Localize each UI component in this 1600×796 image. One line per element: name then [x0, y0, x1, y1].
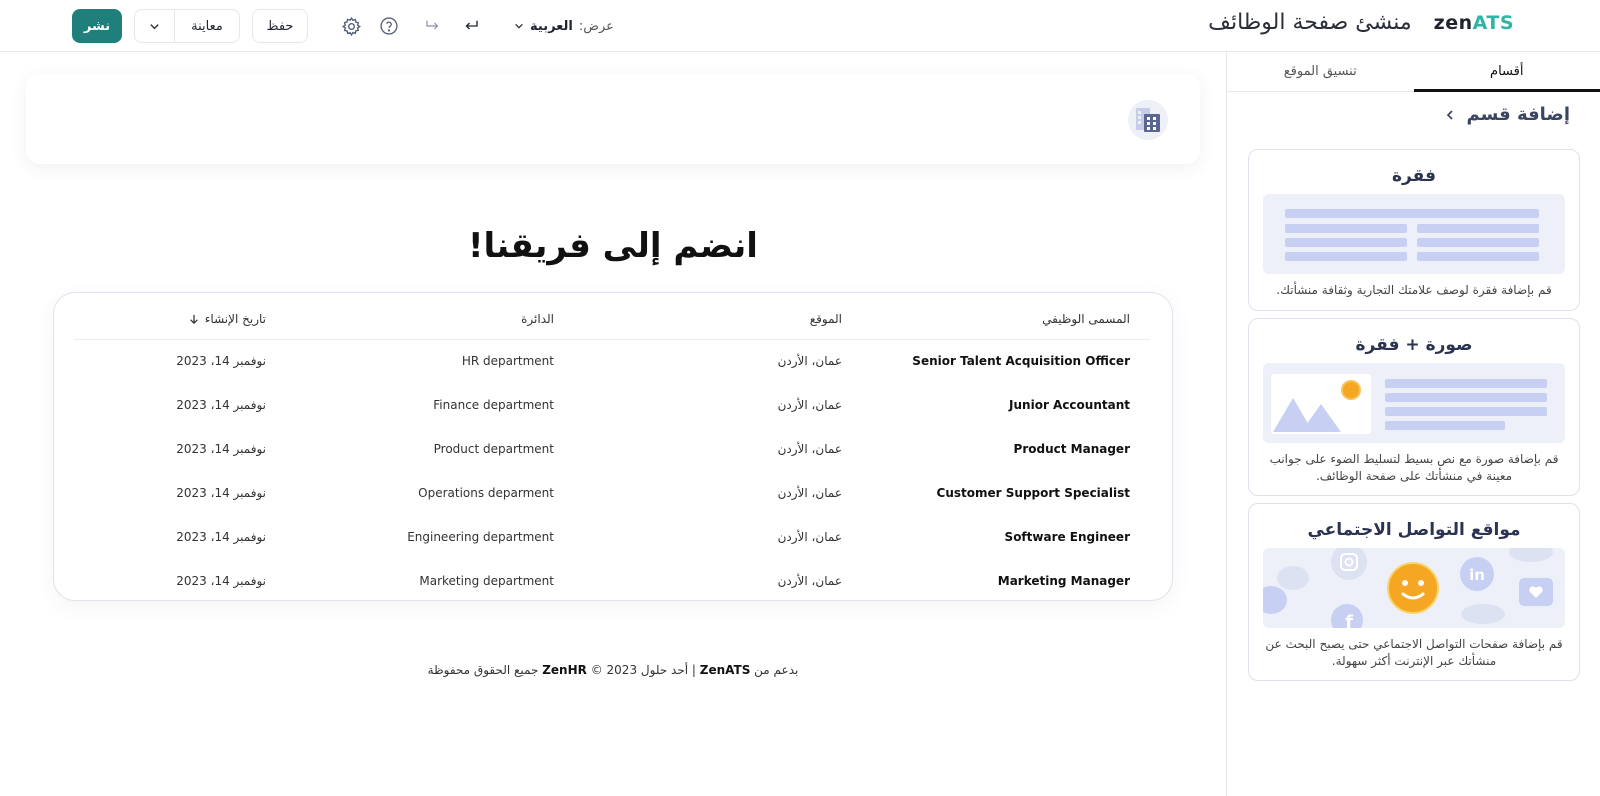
- svg-text:in: in: [1469, 566, 1485, 584]
- linkedin-icon: in: [1460, 557, 1494, 591]
- table-row[interactable]: Senior Talent Acquisition Officer عمان، ا…: [74, 339, 1150, 383]
- table-header-row: المسمى الوظيفي الموقع الدائرة تاريخ الإن…: [74, 299, 1150, 340]
- job-title-cell: Marketing Manager: [997, 574, 1130, 588]
- table-row[interactable]: Product Manager عمان، الأردن Product depar…: [74, 427, 1150, 471]
- undo-button[interactable]: [458, 13, 484, 39]
- redo-icon: [426, 20, 439, 30]
- column-header-title[interactable]: المسمى الوظيفي: [862, 299, 1150, 340]
- section-card-paragraph[interactable]: فقرة قم بإضافة فقرة لوصف علامتك التجارية…: [1248, 149, 1580, 311]
- section-title: فقرة: [1392, 166, 1436, 186]
- job-title-cell: Senior Talent Acquisition Officer: [912, 354, 1130, 369]
- table-row[interactable]: Software Engineer عمان، الأردن Engineering…: [74, 515, 1150, 559]
- section-title: صورة + فقرة: [1355, 335, 1473, 355]
- footer-zenhr-link[interactable]: ZenHR: [542, 663, 587, 677]
- section-title: مواقع التواصل الاجتماعي: [1307, 520, 1521, 540]
- chevron-left-icon: [1447, 109, 1454, 120]
- job-location-cell: عمان، الأردن: [777, 398, 842, 412]
- job-title-cell: Customer Support Specialist: [936, 486, 1130, 500]
- language-value: العربية: [530, 18, 573, 34]
- column-header-location[interactable]: الموقع: [574, 299, 862, 340]
- preview-button[interactable]: معاينة: [175, 19, 239, 34]
- job-location-cell: عمان، الأردن: [777, 574, 842, 588]
- jobs-table: المسمى الوظيفي الموقع الدائرة تاريخ الإن…: [74, 299, 1150, 603]
- job-department-cell: HR department: [461, 354, 554, 369]
- column-header-department[interactable]: الدائرة: [286, 299, 574, 340]
- arrow-down-icon: [190, 314, 198, 324]
- job-title-cell: Product Manager: [1013, 442, 1130, 456]
- section-description: قم بإضافة صورة مع نص بسيط لتسليط الضوء ع…: [1269, 452, 1559, 483]
- top-bar: منشئ صفحة الوظائف zenATS نشر معاينة حفظ: [0, 0, 1600, 52]
- view-label: عرض:: [578, 18, 614, 34]
- help-button[interactable]: [376, 13, 402, 39]
- page-footer: بدعم من ZenATS | أحد حلول ZenHR © 2023 ج…: [427, 663, 799, 677]
- section-card-social-media[interactable]: مواقع التواصل الاجتماعي in f قم بإضافة ص…: [1248, 503, 1580, 681]
- page-title: منشئ صفحة الوظائف: [1208, 10, 1412, 35]
- footer-zenats-link[interactable]: ZenATS: [700, 663, 751, 677]
- table-row[interactable]: Customer Support Specialist عمان، الأردن O…: [74, 471, 1150, 515]
- tab-site-styling[interactable]: تنسيق الموقع: [1227, 52, 1414, 91]
- column-header-created-date[interactable]: تاريخ الإنشاء: [74, 299, 286, 340]
- question-icon: [380, 17, 398, 35]
- job-location-cell: عمان، الأردن: [777, 354, 842, 369]
- job-department-cell: Engineering department: [407, 530, 554, 544]
- section-card-image-paragraph[interactable]: صورة + فقرة قم بإضافة صورة مع نص بسيط لت…: [1248, 318, 1580, 496]
- job-location-cell: عمان، الأردن: [777, 442, 842, 456]
- add-section-label: إضافة قسم: [1466, 104, 1570, 125]
- section-description: قم بإضافة فقرة لوصف علامتك التجارية وثقا…: [1276, 283, 1552, 297]
- company-header-card[interactable]: [26, 74, 1200, 164]
- image-placeholder-icon: [1271, 374, 1371, 434]
- undo-icon: [465, 20, 478, 30]
- save-button[interactable]: حفظ: [252, 9, 308, 43]
- job-location-cell: عمان، الأردن: [777, 486, 842, 500]
- table-row[interactable]: Marketing Manager عمان، الأردن Marketing d…: [74, 559, 1150, 603]
- tab-sections[interactable]: أقسام: [1413, 52, 1600, 92]
- gear-icon: [341, 16, 361, 36]
- brand: منشئ صفحة الوظائف zenATS: [1208, 10, 1514, 35]
- image-paragraph-thumbnail: [1263, 363, 1565, 443]
- instagram-icon: [1331, 548, 1367, 580]
- job-title-cell: Junior Accountant: [1009, 398, 1130, 412]
- table-row[interactable]: Junior Accountant عمان، الأردن Finance dep…: [74, 383, 1150, 427]
- job-department-cell: Operations deparment: [418, 486, 554, 500]
- job-department-cell: Marketing department: [419, 574, 554, 588]
- smiley-icon: [1387, 562, 1439, 614]
- job-location-cell: عمان، الأردن: [777, 530, 842, 544]
- paragraph-thumbnail: [1263, 194, 1565, 274]
- join-team-heading: انضم إلى فريقنا!: [468, 226, 758, 266]
- preview-dropdown-toggle[interactable]: [135, 10, 175, 42]
- job-department-cell: Product department: [433, 442, 554, 456]
- language-selector[interactable]: عرض: العربية: [514, 19, 614, 34]
- social-media-thumbnail: in f: [1263, 548, 1565, 628]
- job-date-cell: نوفمبر 14، 2023: [176, 442, 266, 456]
- section-description: قم بإضافة صفحات التواصل الاجتماعي حتى يص…: [1265, 637, 1563, 668]
- page-preview: انضم إلى فريقنا! المسمى الوظيفي الموقع ا…: [0, 52, 1226, 796]
- svg-text:f: f: [1345, 612, 1353, 628]
- chevron-down-icon: [150, 23, 159, 29]
- job-date-cell: نوفمبر 14، 2023: [176, 398, 266, 412]
- add-section-back[interactable]: إضافة قسم: [1444, 104, 1570, 125]
- zenats-logo: zenATS: [1433, 11, 1514, 34]
- job-department-cell: Finance department: [433, 398, 554, 412]
- heart-chat-icon: [1519, 578, 1553, 606]
- facebook-icon: f: [1331, 604, 1363, 628]
- settings-button[interactable]: [338, 13, 364, 39]
- publish-button[interactable]: نشر: [72, 9, 122, 43]
- builder-sidebar: أقسام تنسيق الموقع إضافة قسم فقرة قم بإض…: [1226, 52, 1600, 796]
- chevron-down-icon: [515, 23, 523, 29]
- toolbar: نشر معاينة حفظ عرض: العربية: [72, 9, 614, 43]
- jobs-table-card: المسمى الوظيفي الموقع الدائرة تاريخ الإن…: [53, 292, 1173, 601]
- job-date-cell: نوفمبر 14، 2023: [176, 486, 266, 500]
- preview-button-group: معاينة: [134, 9, 240, 43]
- job-date-cell: نوفمبر 14، 2023: [176, 574, 266, 588]
- job-date-cell: نوفمبر 14، 2023: [176, 354, 266, 369]
- redo-button[interactable]: [420, 13, 446, 39]
- company-building-icon: [1128, 100, 1168, 140]
- job-date-cell: نوفمبر 14، 2023: [176, 530, 266, 544]
- job-title-cell: Software Engineer: [1004, 530, 1130, 544]
- app-root: منشئ صفحة الوظائف zenATS نشر معاينة حفظ: [0, 0, 1600, 796]
- sidebar-tabs: أقسام تنسيق الموقع: [1227, 52, 1600, 92]
